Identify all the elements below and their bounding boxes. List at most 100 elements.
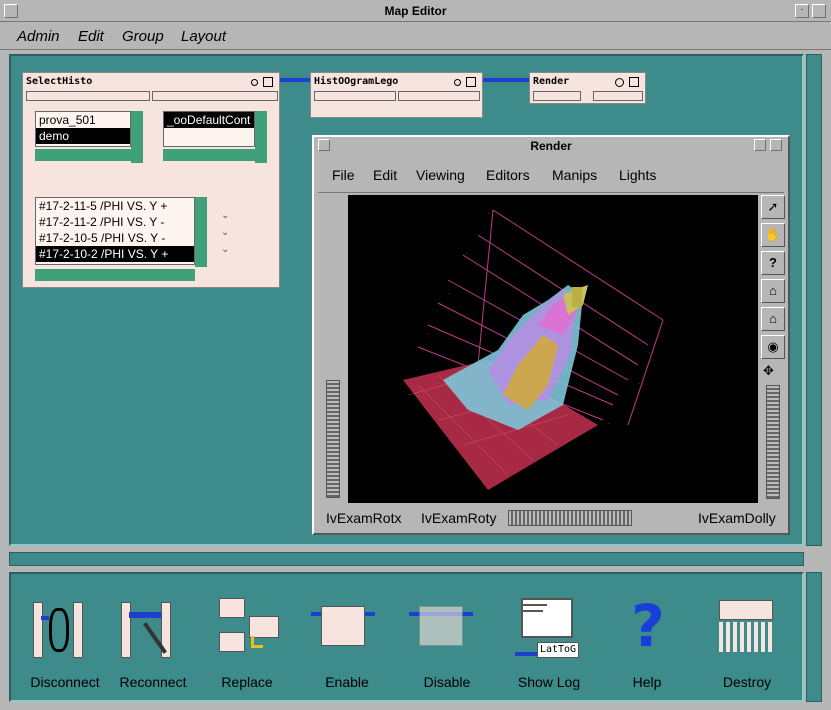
histogram-list[interactable]: #17-2-11-5 /PHI VS. Y + #17-2-11-2 /PHI … (35, 197, 195, 265)
list-item[interactable]: #17-2-10-5 /PHI VS. Y - (36, 230, 194, 246)
maximize-button[interactable] (812, 4, 826, 18)
wire-selecthisto-histogramlego (280, 78, 312, 82)
replace-icon[interactable] (215, 598, 279, 658)
render-menu-edit[interactable]: Edit (373, 167, 397, 183)
tool-palette: Disconnect Reconnect Replace Enable Disa… (9, 572, 804, 702)
histo-mark: + (160, 199, 168, 213)
node-selecthisto[interactable]: SelectHisto prova_501 demo _ooDefaultCon… (22, 72, 280, 288)
disable-icon[interactable] (409, 606, 473, 652)
svg-text:·: · (466, 251, 468, 257)
window-title: Map Editor (384, 4, 447, 18)
toolbar-label-show-log[interactable]: Show Log (499, 674, 599, 690)
palette-vertical-scrollbar[interactable] (806, 572, 822, 702)
node-status-icon (251, 79, 258, 86)
list-scrollbar[interactable] (255, 111, 267, 163)
list-item[interactable]: demo (36, 128, 130, 144)
histo-label: #17-2-10-5 /PHI VS. Y (39, 231, 158, 245)
list-hscrollbar[interactable] (35, 149, 131, 161)
list-item[interactable]: #17-2-11-2 /PHI VS. Y - (36, 214, 194, 230)
rotx-label: IvExamRotx (326, 510, 402, 526)
canvas-vertical-scrollbar[interactable] (806, 54, 822, 546)
list-scrollbar[interactable] (195, 197, 207, 267)
toolbar-label-replace[interactable]: Replace (197, 674, 297, 690)
wire-histogramlego-render (483, 78, 529, 82)
histo-label: #17-2-10-2 /PHI VS. Y (39, 247, 158, 261)
output-port[interactable] (26, 91, 150, 101)
node-expand-button[interactable] (466, 77, 476, 87)
set-home-icon[interactable]: ⌂ (761, 307, 785, 331)
question-icon[interactable]: ? (761, 251, 785, 275)
database-list[interactable]: prova_501 demo (35, 111, 131, 147)
disconnect-icon[interactable] (33, 602, 85, 660)
node-status-icon (615, 78, 624, 87)
3d-viewer[interactable]: · · · · · · · · (348, 195, 758, 503)
list-item[interactable]: _ooDefaultCont (164, 112, 254, 128)
node-expand-button[interactable] (263, 77, 273, 87)
toolbar-label-destroy[interactable]: Destroy (697, 674, 797, 690)
menu-layout[interactable]: Layout (181, 28, 226, 45)
list-scrollbar[interactable] (131, 111, 143, 163)
render-menu-lights[interactable]: Lights (619, 167, 656, 183)
minimize-button[interactable]: · (795, 4, 809, 18)
title-bar: Map Editor · (0, 0, 831, 22)
help-icon[interactable]: ? (623, 594, 673, 658)
eye-icon[interactable]: ◉ (761, 335, 785, 359)
seek-icon[interactable]: ✥ (763, 363, 774, 379)
node-render[interactable]: Render (529, 72, 646, 104)
toolbar-label-enable[interactable]: Enable (297, 674, 397, 690)
node-status-icon (454, 79, 461, 86)
input-port[interactable] (533, 91, 581, 101)
render-window-title: Render (530, 139, 572, 153)
hand-icon[interactable]: ✋ (761, 223, 785, 247)
roty-wheel[interactable] (508, 510, 632, 526)
svg-text:·: · (638, 381, 640, 387)
enable-icon[interactable] (311, 606, 375, 652)
rotx-wheel[interactable] (326, 380, 340, 498)
list-hscrollbar[interactable] (35, 269, 195, 281)
node-histogramlego[interactable]: HistOOgramLego (310, 72, 483, 118)
menu-group[interactable]: Group (122, 28, 164, 45)
svg-text:·: · (663, 321, 665, 327)
toolbar-label-disconnect[interactable]: Disconnect (15, 674, 115, 690)
destroy-icon[interactable] (715, 600, 775, 654)
toolbar-label-help[interactable]: Help (597, 674, 697, 690)
output-port[interactable] (398, 91, 480, 101)
render-menu-file[interactable]: File (332, 167, 355, 183)
list-hscrollbar[interactable] (163, 149, 255, 161)
node-title: Render (533, 76, 570, 87)
histo-mark: - (161, 231, 166, 245)
svg-text:·: · (488, 211, 490, 217)
arrow-icon[interactable]: ➚ (761, 195, 785, 219)
render-menu-viewing[interactable]: Viewing (416, 167, 465, 183)
list-item[interactable]: #17-2-11-5 /PHI VS. Y + (36, 198, 194, 214)
input-port[interactable] (314, 91, 396, 101)
render-menu-manips[interactable]: Manips (552, 167, 597, 183)
output-port[interactable] (593, 91, 643, 101)
node-title: HistOOgramLego (314, 76, 399, 87)
container-list[interactable]: _ooDefaultCont (163, 111, 255, 147)
dolly-wheel[interactable] (766, 385, 780, 499)
maximize-button[interactable] (770, 139, 782, 151)
menu-bar: Admin Edit Group Layout (0, 22, 831, 50)
log-node-label: LatToG (537, 642, 579, 658)
canvas-horizontal-scrollbar[interactable] (9, 552, 804, 566)
toolbar-label-reconnect[interactable]: Reconnect (103, 674, 203, 690)
menu-edit[interactable]: Edit (78, 28, 104, 45)
toolbar-label-disable[interactable]: Disable (397, 674, 497, 690)
home-icon[interactable]: ⌂ (761, 279, 785, 303)
output-port[interactable] (152, 91, 278, 101)
viewer-side-toolbar: ➚ ✋ ? ⌂ ⌂ ◉ ✥ (760, 195, 786, 503)
render-menu-editors[interactable]: Editors (486, 167, 530, 183)
minimize-button[interactable] (754, 139, 766, 151)
show-log-icon[interactable]: LatToG (511, 598, 581, 662)
list-item[interactable]: #17-2-10-2 /PHI VS. Y + (36, 246, 194, 262)
check-icon: ⌄ ⌄ ⌄ (221, 210, 230, 255)
dolly-label: IvExamDolly (698, 510, 776, 526)
node-expand-button[interactable] (629, 77, 639, 87)
roty-label: IvExamRoty (421, 510, 497, 526)
svg-text:·: · (448, 291, 450, 297)
node-title: SelectHisto (26, 76, 93, 87)
list-item[interactable]: prova_501 (36, 112, 130, 128)
menu-admin[interactable]: Admin (17, 28, 60, 45)
reconnect-icon[interactable] (121, 602, 173, 660)
